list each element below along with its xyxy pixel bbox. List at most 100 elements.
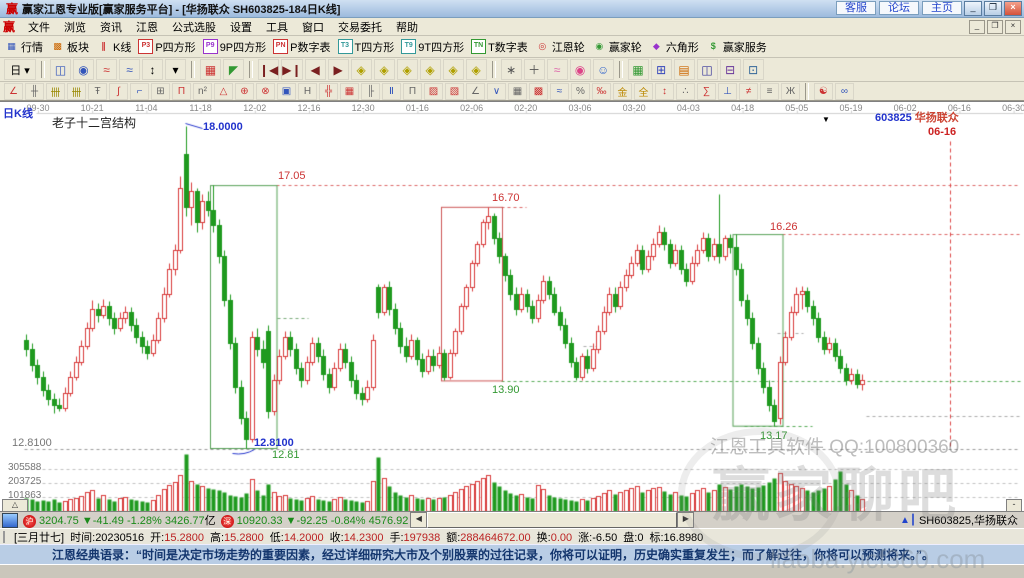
layout-icon[interactable]: ◫ xyxy=(50,59,71,80)
angle-icon[interactable]: ⌐ xyxy=(130,82,149,100)
updown2-icon[interactable]: ↕ xyxy=(655,82,674,100)
therefore-icon[interactable]: ∴ xyxy=(676,82,695,100)
permille-icon[interactable]: ‰ xyxy=(592,82,611,100)
period-selector[interactable]: 日 ▾ xyxy=(4,59,36,80)
circle-x-icon[interactable]: ⊗ xyxy=(256,82,275,100)
close-button[interactable]: × xyxy=(1004,1,1022,16)
ma-blue-icon[interactable]: ≈ xyxy=(119,59,140,80)
circle-cross-icon[interactable]: ⊕ xyxy=(235,82,254,100)
menu-settings[interactable]: 设置 xyxy=(223,18,259,36)
pen-tool-icon[interactable]: ∠ xyxy=(4,82,23,100)
zoom-diamond-6[interactable]: ◈ xyxy=(465,59,487,80)
sh-index-quote[interactable]: 3204.75 ▼-41.49 -1.28% 3426.77亿 xyxy=(39,515,216,527)
export-icon[interactable]: ⊡ xyxy=(742,59,764,80)
period-label[interactable]: 日K线 xyxy=(3,105,33,121)
zh-icon[interactable]: Ж xyxy=(781,82,800,100)
shade-icon[interactable]: ▩ xyxy=(529,82,548,100)
hand-tool-icon[interactable]: ∗ xyxy=(500,59,522,80)
customer-service-button[interactable]: 客服 xyxy=(836,1,876,15)
last-bar-button[interactable]: ▶❙ xyxy=(281,59,303,80)
half-grid-icon[interactable]: ╟ xyxy=(361,82,380,100)
grid-tool-icon[interactable]: ╫ xyxy=(25,82,44,100)
triangle-tool-icon[interactable]: △ xyxy=(214,82,233,100)
gate-icon[interactable]: Π xyxy=(403,82,422,100)
wave2-icon[interactable]: ≈ xyxy=(550,82,569,100)
scrollbar-thumb[interactable] xyxy=(427,512,678,528)
notebook-icon[interactable]: ▤ xyxy=(673,59,695,80)
dropdown-arrow-icon[interactable]: ▾ xyxy=(165,59,186,80)
calendar-icon[interactable]: ▦ xyxy=(627,59,649,80)
n2-tool-icon[interactable]: n² xyxy=(193,82,212,100)
sz-index-quote[interactable]: 10920.33 ▼-92.25 -0.84% 4576.92 xyxy=(237,515,409,527)
percent-icon[interactable]: % xyxy=(571,82,590,100)
mdi-close-button[interactable]: × xyxy=(1005,19,1021,34)
sz-index-icon[interactable]: 深 xyxy=(220,515,234,528)
sigma-icon[interactable]: ∑ xyxy=(697,82,716,100)
toolbar-kline-button[interactable]: ∥ K线 xyxy=(96,39,131,55)
toolbar-p-square-button[interactable]: P3 P四方形 xyxy=(138,39,196,55)
toolbar-sectors-button[interactable]: ▩ 板块 xyxy=(50,39,89,55)
quan-icon[interactable]: 全 xyxy=(634,82,653,100)
crosshair-icon[interactable]: ＋ xyxy=(523,59,545,80)
toolbar-gann-wheel-button[interactable]: ◎ 江恩轮 xyxy=(535,39,584,55)
grip-handle[interactable] xyxy=(3,530,11,543)
flower-icon[interactable]: ◉ xyxy=(569,59,591,80)
table-icon[interactable]: ▦ xyxy=(508,82,527,100)
minimize-button[interactable]: _ xyxy=(964,1,982,16)
wave-tool-icon[interactable]: ≈ xyxy=(546,59,568,80)
printer-icon[interactable]: ⊟ xyxy=(719,59,741,80)
zoom-diamond-4[interactable]: ◈ xyxy=(419,59,441,80)
spiral-icon[interactable]: ∫ xyxy=(109,82,128,100)
restore-button[interactable]: ❐ xyxy=(984,1,1002,16)
bars-icon[interactable]: Ⅱ xyxy=(382,82,401,100)
dense-grid-icon[interactable]: ▦ xyxy=(340,82,359,100)
toolbar-p-number-table-button[interactable]: PN P数字表 xyxy=(273,39,331,55)
homepage-button[interactable]: 主页 xyxy=(922,1,962,15)
calendar-grid-icon[interactable] xyxy=(2,512,18,528)
scroll-left-button[interactable]: ◀ xyxy=(410,512,428,528)
gann-grid2-icon[interactable]: 卌 xyxy=(67,82,86,100)
menu-browse[interactable]: 浏览 xyxy=(57,18,93,36)
pi-tool-icon[interactable]: Π xyxy=(172,82,191,100)
perp-icon[interactable]: ⊥ xyxy=(718,82,737,100)
gann-grid-icon[interactable]: 卌 xyxy=(46,82,65,100)
infinity-icon[interactable]: ∞ xyxy=(835,82,854,100)
menu-tools[interactable]: 工具 xyxy=(259,18,295,36)
check-line-icon[interactable]: ∨ xyxy=(487,82,506,100)
faces-icon[interactable]: ☺ xyxy=(592,59,614,80)
info-circle-icon[interactable]: ◉ xyxy=(73,59,94,80)
toolbar-9t-square-button[interactable]: T9 9T四方形 xyxy=(401,39,464,55)
current-stock-label[interactable]: SH603825,华扬联众 xyxy=(919,512,1018,528)
cross-grid-icon[interactable]: ╬ xyxy=(319,82,338,100)
flag-icon[interactable]: ◤ xyxy=(223,59,244,80)
scroll-right-button[interactable]: ▶ xyxy=(677,512,695,528)
toolbar-t-number-table-button[interactable]: TN T数字表 xyxy=(471,39,528,55)
toolbar-winner-service-button[interactable]: $ 赢家服务 xyxy=(706,39,767,55)
hatch-icon[interactable]: ▨ xyxy=(424,82,443,100)
menu-formula-stock-pick[interactable]: 公式选股 xyxy=(165,18,223,36)
forum-button[interactable]: 论坛 xyxy=(879,1,919,15)
gold-icon[interactable]: 金 xyxy=(613,82,632,100)
angle2-icon[interactable]: ∠ xyxy=(466,82,485,100)
prev-bar-button[interactable]: ◀ xyxy=(304,59,326,80)
toolbar-quotes-button[interactable]: ▦ 行情 xyxy=(4,39,43,55)
mdi-minimize-button[interactable]: _ xyxy=(969,19,985,34)
menu-news[interactable]: 资讯 xyxy=(93,18,129,36)
menu-window[interactable]: 窗口 xyxy=(295,18,331,36)
first-bar-button[interactable]: ❙◀ xyxy=(258,59,280,80)
toolbar-hexagon-button[interactable]: ◆ 六角形 xyxy=(649,39,699,55)
zoom-diamond-1[interactable]: ◈ xyxy=(350,59,372,80)
zoom-diamond-5[interactable]: ◈ xyxy=(442,59,464,80)
kline-chart-canvas[interactable] xyxy=(0,102,1024,512)
menu-gann[interactable]: 江恩 xyxy=(129,18,165,36)
menu-trade-entrust[interactable]: 交易委托 xyxy=(331,18,389,36)
hatch2-icon[interactable]: ▧ xyxy=(445,82,464,100)
ma-red-icon[interactable]: ≈ xyxy=(96,59,117,80)
box-tool-icon[interactable]: ⊞ xyxy=(151,82,170,100)
taiji-icon[interactable]: ☯ xyxy=(814,82,833,100)
updown-icon[interactable]: ↕ xyxy=(142,59,163,80)
toolbar-t-square-button[interactable]: T3 T四方形 xyxy=(337,39,394,55)
calculator-icon[interactable]: ⊞ xyxy=(650,59,672,80)
zoom-diamond-3[interactable]: ◈ xyxy=(396,59,418,80)
square-dot-icon[interactable]: ▣ xyxy=(277,82,296,100)
